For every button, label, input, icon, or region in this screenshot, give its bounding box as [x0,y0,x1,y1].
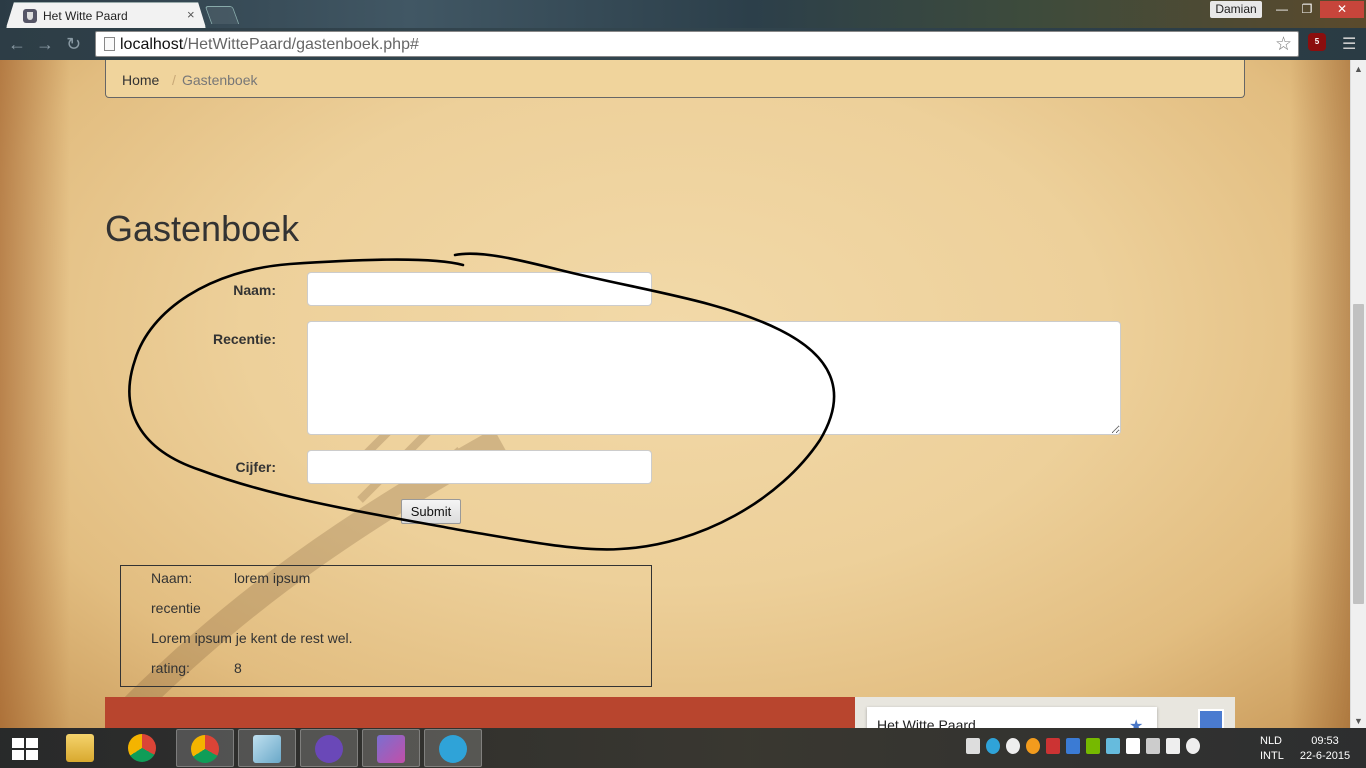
naam-label: Naam: [233,282,276,298]
breadcrumb-current: Gastenboek [182,72,258,88]
taskbar-github[interactable] [300,729,358,767]
language-code: NLD [1260,735,1283,747]
forward-arrow-icon[interactable]: → [36,34,54,55]
reload-icon[interactable]: ↻ [66,34,81,55]
system-clock[interactable]: 09:53 22-6-2015 [1299,734,1351,764]
clock-time: 09:53 [1311,735,1339,747]
clock-date: 22-6-2015 [1299,750,1351,762]
tray-flag-icon[interactable] [1126,738,1140,754]
tab-title: Het Witte Paard [43,9,128,23]
taskbar-notepad[interactable] [238,729,296,767]
browser-tab[interactable]: Het Witte Paard × [6,2,206,28]
taskbar-chrome-2[interactable] [176,729,234,767]
tray-battery-icon[interactable] [1146,738,1160,754]
background-shade [1290,60,1350,728]
submit-button[interactable]: Submit [401,499,461,524]
tray-cloud-icon[interactable] [1006,738,1020,754]
review-naam-value: lorem ipsum [234,570,311,586]
tray-bluetooth-icon[interactable] [1066,738,1080,754]
tray-volume-icon[interactable] [1186,738,1200,754]
tray-monitor-icon[interactable] [1106,738,1120,754]
cijfer-label: Cijfer: [235,459,276,475]
breadcrumb-separator: / [172,72,176,88]
ublock-extension-icon[interactable]: 5 [1308,33,1326,51]
map-embed[interactable]: Het Witte Paard ★ [855,697,1235,728]
breadcrumb-home-link[interactable]: Home [122,72,159,88]
recentie-label: Recentie: [212,331,276,347]
tray-telegram-icon[interactable] [986,738,1000,754]
chrome-icon [191,735,219,763]
review-entry: Naam: lorem ipsum recentie Lorem ipsum j… [120,565,652,687]
taskbar-telegram[interactable] [424,729,482,767]
page-viewport: Home / Gastenboek Gastenboek Naam: Recen… [0,60,1350,728]
url-path: /HetWittePaard/gastenboek.php# [183,36,419,53]
telegram-icon [439,735,467,763]
back-arrow-icon[interactable]: ← [8,34,26,55]
minimize-icon[interactable]: — [1270,1,1294,18]
tray-network-icon[interactable] [1166,738,1180,754]
browser-toolbar: ← → ↻ localhost/HetWittePaard/gastenboek… [0,28,1366,60]
tray-avast-icon[interactable] [1026,738,1040,754]
page-icon [104,37,115,51]
profile-button[interactable]: Damian [1210,1,1262,18]
map-place-card[interactable]: Het Witte Paard ★ [867,707,1157,728]
review-recentie-label: recentie [151,600,201,616]
map-place-name: Het Witte Paard [877,717,976,728]
map-save-star-icon[interactable]: ★ [1129,716,1143,728]
footer-banner [105,697,855,728]
review-naam-label: Naam: [151,570,193,586]
ublock-badge: 5 [1314,37,1320,46]
page-scrollbar[interactable]: ▲ ▼ [1350,60,1366,728]
chrome-icon [128,734,156,762]
keyboard-layout: INTL [1260,750,1284,762]
url-text[interactable]: localhost/HetWittePaard/gastenboek.php# [120,36,419,54]
map-pegman-icon[interactable] [1198,709,1224,728]
tray-nvidia-icon[interactable] [1086,738,1100,754]
background-ornament [0,60,70,728]
taskbar-chrome-1[interactable] [114,729,172,767]
url-host: localhost [120,36,184,53]
taskbar-explorer[interactable] [52,729,110,767]
naam-input[interactable] [307,272,652,306]
system-tray [966,738,1251,758]
tray-alert-icon[interactable] [1046,738,1060,754]
window-close-icon[interactable]: ✕ [1320,1,1364,18]
github-icon [315,735,343,763]
restore-icon[interactable]: ❐ [1295,1,1319,18]
input-language[interactable]: NLD INTL [1260,734,1284,764]
new-tab-button[interactable] [204,6,240,24]
scrollbar-thumb[interactable] [1353,304,1364,604]
tab-close-icon[interactable]: × [187,7,195,22]
breadcrumb: Home / Gastenboek [105,60,1245,98]
notepad-icon [253,735,281,763]
chrome-menu-icon[interactable]: ☰ [1342,34,1356,54]
phpstorm-icon [377,735,405,763]
review-rating-value: 8 [234,660,242,676]
file-explorer-icon [66,734,94,762]
address-bar[interactable]: localhost/HetWittePaard/gastenboek.php# … [95,31,1299,57]
tray-window-icon[interactable] [966,738,980,754]
recentie-textarea[interactable] [307,321,1121,435]
taskbar-phpstorm[interactable] [362,729,420,767]
windows-taskbar: NLD INTL 09:53 22-6-2015 [0,728,1366,768]
scroll-up-arrow-icon[interactable]: ▲ [1354,64,1363,74]
page-title: Gastenboek [105,208,300,249]
windows-start-icon[interactable] [12,738,38,760]
review-recentie-text: Lorem ipsum je kent de rest wel. [151,630,353,646]
browser-title-bar: Het Witte Paard × Damian — ❐ ✕ [0,0,1366,28]
bookmark-star-icon[interactable]: ☆ [1275,33,1292,56]
site-favicon-icon [23,9,37,23]
cijfer-input[interactable] [307,450,652,484]
review-rating-label: rating: [151,660,190,676]
scroll-down-arrow-icon[interactable]: ▼ [1354,716,1363,726]
